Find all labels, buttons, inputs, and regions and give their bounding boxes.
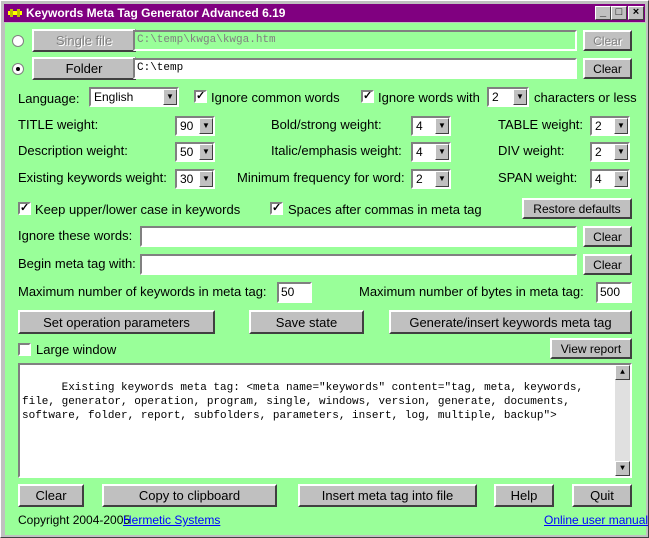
folder-radio[interactable]	[12, 63, 24, 75]
keep-case-label: Keep upper/lower case in keywords	[35, 202, 241, 217]
keep-case-checkbox[interactable]: ✓	[18, 202, 31, 215]
ignore-words-field[interactable]	[140, 226, 577, 247]
italic-weight-value: 4	[416, 145, 423, 159]
existing-weight-label: Existing keywords weight:	[18, 170, 167, 185]
copy-clipboard-button[interactable]: Copy to clipboard	[102, 484, 277, 507]
ignore-common-label: Ignore common words	[211, 90, 340, 105]
begin-tag-clear-button[interactable]: Clear	[583, 254, 632, 275]
spaces-label: Spaces after commas in meta tag	[288, 202, 482, 217]
scroll-down-icon[interactable]: ▼	[615, 461, 630, 476]
help-button[interactable]: Help	[494, 484, 554, 507]
span-weight-label: SPAN weight:	[498, 170, 578, 185]
ignore-words-with-label: Ignore words with	[378, 90, 480, 105]
bold-weight-value: 4	[416, 119, 423, 133]
chars-or-less-label: characters or less	[534, 90, 637, 105]
output-textarea[interactable]: Existing keywords meta tag: <meta name="…	[18, 363, 632, 478]
italic-weight-label: Italic/emphasis weight:	[271, 143, 402, 158]
chevron-down-icon[interactable]: ▼	[614, 144, 628, 160]
language-label: Language:	[18, 91, 80, 106]
chevron-down-icon[interactable]: ▼	[435, 171, 449, 187]
single-file-clear-button[interactable]: Clear	[583, 30, 632, 51]
div-weight-label: DIV weight:	[498, 143, 565, 158]
single-file-button[interactable]: Single file	[32, 29, 136, 52]
main-panel: Single file C:\temp\kwga\kwga.htm Clear …	[5, 23, 648, 535]
copyright-text: Copyright 2004-2005	[18, 513, 131, 527]
language-value: English	[94, 90, 134, 104]
minfreq-label: Minimum frequency for word:	[237, 170, 405, 185]
description-weight-value: 50	[180, 145, 194, 159]
chevron-down-icon[interactable]: ▼	[614, 118, 628, 134]
max-keywords-label: Maximum number of keywords in meta tag:	[18, 284, 267, 299]
existing-weight-select[interactable]: 30 ▼	[175, 169, 215, 189]
italic-weight-select[interactable]: 4 ▼	[411, 142, 451, 162]
clear-button[interactable]: Clear	[18, 484, 84, 507]
close-button[interactable]: ×	[628, 6, 644, 20]
ignore-chars-value: 2	[492, 90, 499, 104]
ignore-common-checkbox[interactable]: ✓	[194, 90, 207, 103]
ignore-chars-select[interactable]: 2 ▼	[487, 87, 529, 107]
begin-tag-label: Begin meta tag with:	[18, 256, 136, 271]
view-report-button[interactable]: View report	[550, 338, 632, 359]
folder-button[interactable]: Folder	[32, 57, 136, 80]
title-weight-select[interactable]: 90 ▼	[175, 116, 215, 136]
existing-weight-value: 30	[180, 172, 194, 186]
title-weight-label: TITLE weight:	[18, 117, 99, 132]
chevron-down-icon[interactable]: ▼	[435, 144, 449, 160]
chevron-down-icon[interactable]: ▼	[199, 118, 213, 134]
minfreq-value: 2	[416, 172, 423, 186]
begin-tag-field[interactable]	[140, 254, 577, 275]
window-title: Keywords Meta Tag Generator Advanced 6.1…	[26, 6, 286, 20]
language-select[interactable]: English ▼	[89, 87, 179, 107]
div-weight-value: 2	[595, 145, 602, 159]
title-bar[interactable]: Keywords Meta Tag Generator Advanced 6.1…	[4, 4, 645, 22]
table-weight-select[interactable]: 2 ▼	[590, 116, 630, 136]
set-params-button[interactable]: Set operation parameters	[18, 310, 215, 334]
restore-defaults-button[interactable]: Restore defaults	[522, 198, 632, 219]
chevron-down-icon[interactable]: ▼	[199, 171, 213, 187]
folder-path-field[interactable]: C:\temp	[133, 58, 577, 79]
chevron-down-icon[interactable]: ▼	[163, 89, 177, 105]
ignore-words-clear-button[interactable]: Clear	[583, 226, 632, 247]
ignore-words-label: Ignore these words:	[18, 228, 133, 243]
chevron-down-icon[interactable]: ▼	[435, 118, 449, 134]
max-keywords-field[interactable]: 50	[277, 282, 312, 303]
span-weight-value: 4	[595, 172, 602, 186]
table-weight-label: TABLE weight:	[498, 117, 584, 132]
save-state-button[interactable]: Save state	[249, 310, 364, 334]
single-file-path-field[interactable]: C:\temp\kwga\kwga.htm	[133, 30, 577, 51]
minimize-button[interactable]: _	[595, 6, 611, 20]
quit-button[interactable]: Quit	[572, 484, 632, 507]
output-text: Existing keywords meta tag: <meta name="…	[22, 382, 590, 422]
table-weight-value: 2	[595, 119, 602, 133]
folder-clear-button[interactable]: Clear	[583, 58, 632, 79]
output-scrollbar[interactable]: ▲ ▼	[615, 365, 630, 476]
span-weight-select[interactable]: 4 ▼	[590, 169, 630, 189]
spaces-checkbox[interactable]: ✓	[270, 202, 283, 215]
description-weight-label: Description weight:	[18, 143, 128, 158]
bold-weight-label: Bold/strong weight:	[271, 117, 382, 132]
div-weight-select[interactable]: 2 ▼	[590, 142, 630, 162]
max-bytes-label: Maximum number of bytes in meta tag:	[359, 284, 584, 299]
bold-weight-select[interactable]: 4 ▼	[411, 116, 451, 136]
chevron-down-icon[interactable]: ▼	[199, 144, 213, 160]
maximize-button[interactable]: □	[611, 6, 627, 20]
hermetic-systems-link[interactable]: Hermetic Systems	[123, 513, 220, 527]
insert-meta-tag-button[interactable]: Insert meta tag into file	[298, 484, 477, 507]
online-manual-link[interactable]: Online user manual	[544, 513, 648, 527]
chevron-down-icon[interactable]: ▼	[614, 171, 628, 187]
minfreq-select[interactable]: 2 ▼	[411, 169, 451, 189]
large-window-label: Large window	[36, 342, 117, 357]
max-bytes-field[interactable]: 500	[596, 282, 632, 303]
ignore-words-with-checkbox[interactable]: ✓	[361, 90, 374, 103]
description-weight-select[interactable]: 50 ▼	[175, 142, 215, 162]
app-icon	[8, 9, 22, 17]
title-weight-value: 90	[180, 119, 194, 133]
app-window: Keywords Meta Tag Generator Advanced 6.1…	[0, 0, 649, 538]
chevron-down-icon[interactable]: ▼	[513, 89, 527, 105]
generate-button[interactable]: Generate/insert keywords meta tag	[389, 310, 632, 334]
large-window-checkbox[interactable]	[18, 343, 31, 356]
single-file-radio[interactable]	[12, 35, 24, 47]
scroll-up-icon[interactable]: ▲	[615, 365, 630, 380]
